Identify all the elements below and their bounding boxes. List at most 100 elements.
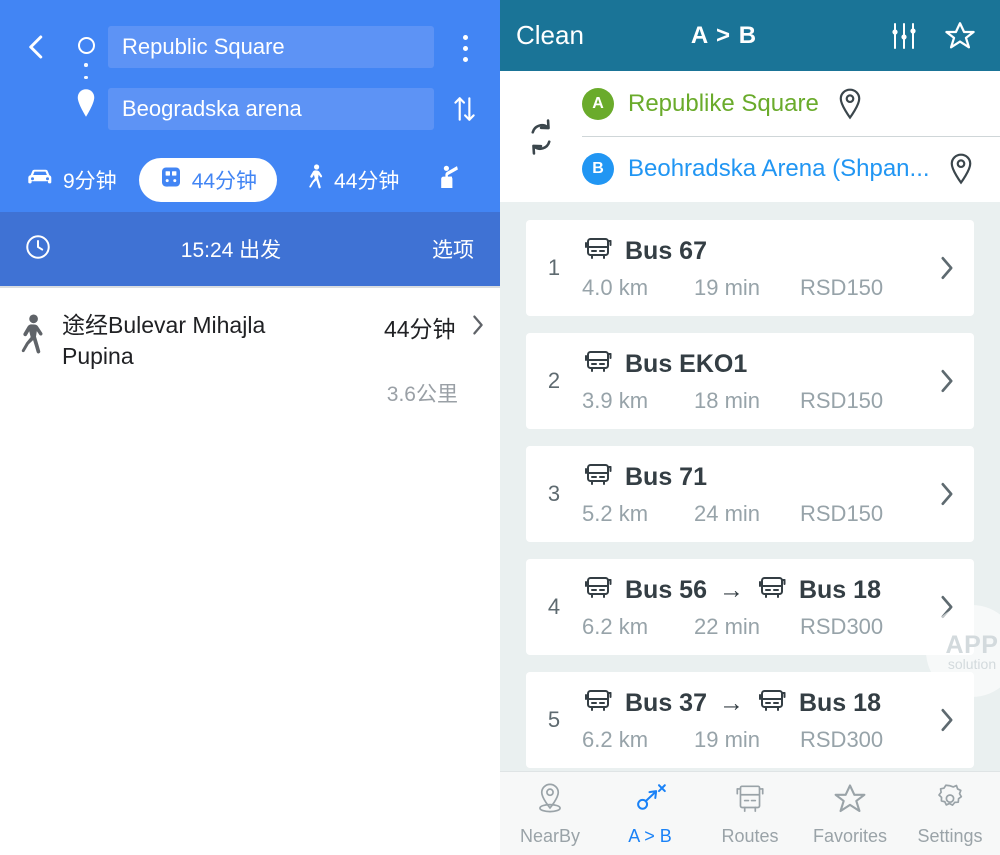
- chevron-right-icon[interactable]: [920, 706, 974, 734]
- bus-icon: [756, 574, 788, 607]
- route-legs: Bus 71: [582, 461, 920, 494]
- tab-routes-label: Routes: [721, 826, 779, 846]
- route-index: 3: [547, 481, 561, 506]
- route-duration: 22 min: [694, 614, 761, 639]
- car-icon: [26, 167, 54, 193]
- route-card[interactable]: 5 Bus 37 → Bus 18 6.2 km 19 min RSD300: [526, 672, 974, 768]
- route-leg: Bus 37: [582, 687, 707, 720]
- route-dot: [84, 75, 88, 80]
- route-leg-name: Bus 67: [625, 237, 707, 265]
- route-metrics: 6.2 km 22 min RSD300: [582, 614, 920, 640]
- tab-nearby[interactable]: NearBy: [500, 772, 600, 855]
- route-fare: RSD150: [800, 388, 884, 413]
- route-leg: Bus 18: [756, 574, 881, 607]
- origin-circle-icon: [77, 37, 95, 54]
- kebab-menu-icon[interactable]: [451, 29, 479, 67]
- bus-icon: [582, 348, 614, 381]
- walk-icon: [305, 164, 325, 196]
- travel-mode-walking[interactable]: 44分钟: [297, 158, 407, 202]
- origin-input-value: Republic Square: [122, 34, 285, 59]
- transit-app-panel: Clean A > B A Republike Square B Beohrad…: [500, 0, 1000, 855]
- route-card-body: Bus EKO1 3.9 km 18 min RSD150: [582, 348, 920, 414]
- route-card[interactable]: 2 Bus EKO1 3.9 km 18 min RSD150: [526, 333, 974, 429]
- star-outline-icon[interactable]: [932, 19, 988, 53]
- route-result-metrics: 44分钟 3.6公里: [360, 310, 500, 408]
- travel-mode-driving-label: 9分钟: [63, 170, 117, 193]
- route-result-distance: 3.6公里: [386, 383, 458, 406]
- star-outline-icon: [832, 781, 868, 822]
- travel-mode-walking-label: 44分钟: [334, 170, 400, 193]
- gear-icon: [932, 781, 968, 822]
- route-card-body: Bus 37 → Bus 18 6.2 km 19 min RSD300: [582, 687, 920, 753]
- route-endpoint-markers: [74, 32, 98, 128]
- nearby-pin-icon: [532, 781, 568, 822]
- bus-icon: [582, 687, 614, 720]
- transit-header: Clean A > B: [500, 0, 1000, 71]
- route-result-main: 途经Bulevar Mihajla Pupina: [62, 310, 360, 408]
- chevron-right-icon[interactable]: [920, 254, 974, 282]
- route-leg: Bus 18: [756, 687, 881, 720]
- leg-transfer-arrow: →: [718, 576, 744, 604]
- chevron-right-icon[interactable]: [920, 593, 974, 621]
- tab-settings[interactable]: Settings: [900, 772, 1000, 855]
- route-fare: RSD150: [800, 501, 884, 526]
- walking-person-icon: [0, 310, 62, 408]
- route-leg-name: Bus 18: [798, 689, 881, 717]
- endpoint-destination[interactable]: B Beohradska Arena (Shpan...: [582, 136, 1000, 201]
- route-fare: RSD300: [800, 614, 884, 639]
- swap-circular-arrows-icon[interactable]: [500, 71, 582, 202]
- route-duration: 19 min: [694, 275, 761, 300]
- route-card[interactable]: 1 Bus 67 4.0 km 19 min RSD150: [526, 220, 974, 316]
- route-ab-icon: [632, 781, 668, 822]
- tab-favorites[interactable]: Favorites: [800, 772, 900, 855]
- map-pin-icon[interactable]: [930, 152, 992, 186]
- route-card[interactable]: 3 Bus 71 5.2 km 24 min RSD150: [526, 446, 974, 542]
- endpoint-badge-b: B: [582, 153, 614, 185]
- tab-a-to-b[interactable]: A > B: [600, 772, 700, 855]
- travel-mode-tabs: 9分钟 44分钟 44分钟: [0, 148, 500, 212]
- route-distance: 6.2 km: [582, 727, 649, 752]
- route-legs: Bus 67: [582, 235, 920, 268]
- route-duration: 18 min: [694, 388, 761, 413]
- travel-mode-transit[interactable]: 44分钟: [138, 158, 278, 202]
- route-metrics: 5.2 km 24 min RSD150: [582, 501, 920, 527]
- bus-icon: [582, 461, 614, 494]
- origin-input[interactable]: Republic Square: [108, 26, 434, 68]
- route-card[interactable]: 4 Bus 56 → Bus 18 6.2 km 22 min RSD300: [526, 559, 974, 655]
- tab-a-to-b-label: A > B: [628, 826, 672, 846]
- route-distance: 4.0 km: [582, 275, 649, 300]
- route-index: 5: [547, 707, 561, 732]
- destination-input[interactable]: Beogradska arena: [108, 88, 434, 130]
- departure-time-label: 15:24 出发: [180, 239, 282, 262]
- route-index: 4: [547, 594, 561, 619]
- google-maps-panel: Republic Square Beogradska arena 9分钟 44分…: [0, 0, 500, 855]
- departure-bar[interactable]: 15:24 出发 选项: [0, 212, 500, 286]
- route-legs: Bus 56 → Bus 18: [582, 574, 920, 607]
- chevron-right-icon[interactable]: [920, 480, 974, 508]
- endpoint-origin[interactable]: A Republike Square: [582, 71, 1000, 136]
- transit-icon: [159, 165, 183, 195]
- route-options-list: 1 Bus 67 4.0 km 19 min RSD150 2 Bus EKO1…: [500, 202, 1000, 771]
- chevron-right-icon[interactable]: [470, 313, 486, 342]
- travel-mode-driving[interactable]: 9分钟: [18, 158, 125, 202]
- route-leg: Bus EKO1: [582, 348, 747, 381]
- tab-routes[interactable]: Routes: [700, 772, 800, 855]
- route-legs: Bus EKO1: [582, 348, 920, 381]
- back-arrow-icon[interactable]: [17, 27, 57, 67]
- sliders-icon[interactable]: [876, 19, 932, 53]
- endpoint-destination-name: Beohradska Arena (Shpan...: [628, 155, 930, 182]
- route-result-row[interactable]: 途经Bulevar Mihajla Pupina 44分钟 3.6公里: [0, 288, 500, 408]
- route-leg-name: Bus 18: [798, 576, 881, 604]
- route-card-body: Bus 71 5.2 km 24 min RSD150: [582, 461, 920, 527]
- swap-vertical-icon[interactable]: [446, 88, 482, 130]
- endpoint-origin-name: Republike Square: [628, 89, 819, 117]
- route-fare: RSD300: [800, 727, 884, 752]
- route-duration: 19 min: [694, 727, 761, 752]
- route-leg-name: Bus 71: [625, 463, 707, 491]
- route-metrics: 3.9 km 18 min RSD150: [582, 388, 920, 414]
- travel-mode-rideshare[interactable]: [425, 158, 465, 202]
- route-leg-name: Bus EKO1: [625, 350, 748, 378]
- departure-options-button[interactable]: 选项: [432, 234, 474, 264]
- chevron-right-icon[interactable]: [920, 367, 974, 395]
- map-pin-icon[interactable]: [819, 87, 881, 121]
